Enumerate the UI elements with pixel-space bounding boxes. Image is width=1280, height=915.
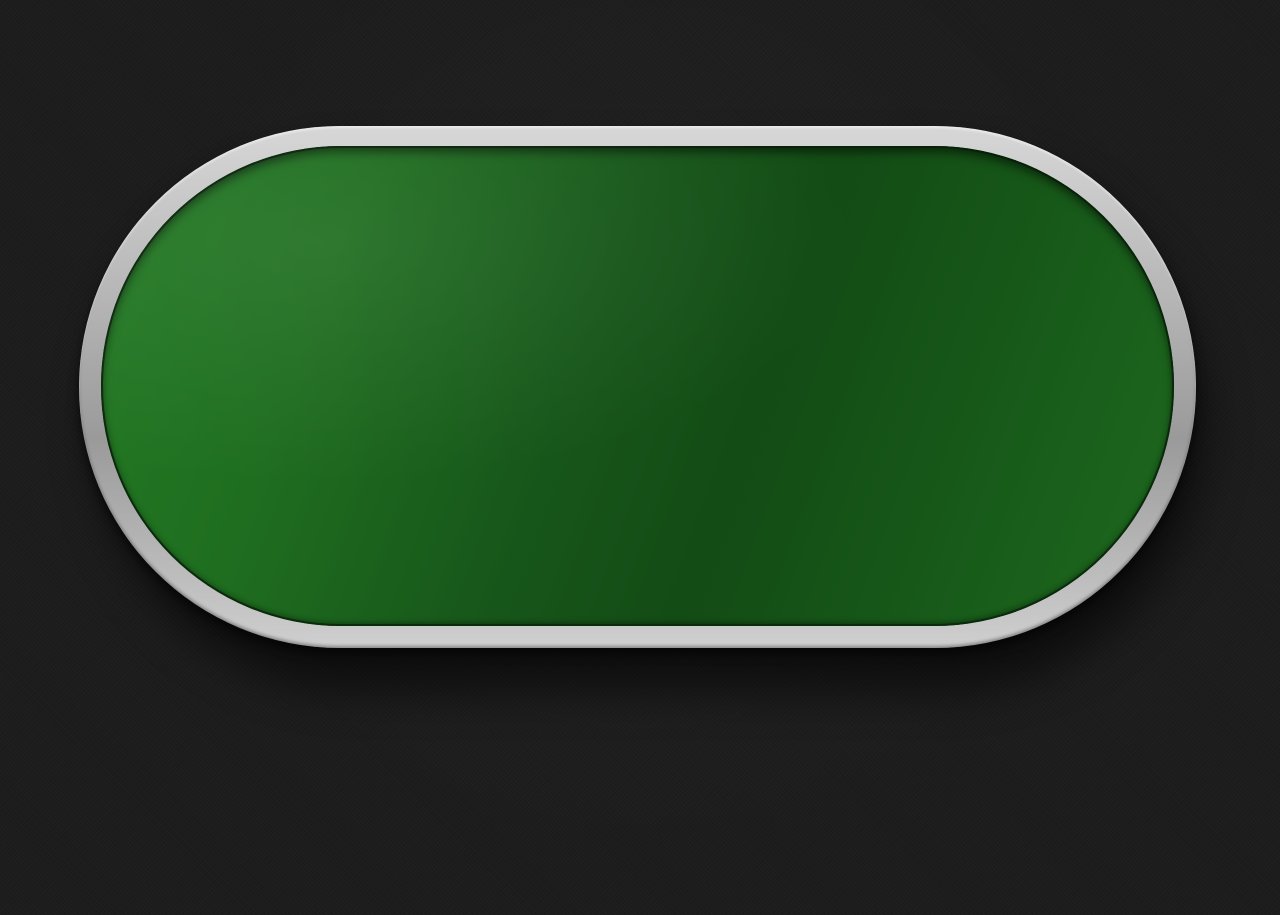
poker-room-background <box>0 0 1280 915</box>
poker-table-felt <box>101 146 1174 626</box>
felt-sheen <box>101 146 1174 626</box>
poker-table-rail <box>79 126 1196 648</box>
